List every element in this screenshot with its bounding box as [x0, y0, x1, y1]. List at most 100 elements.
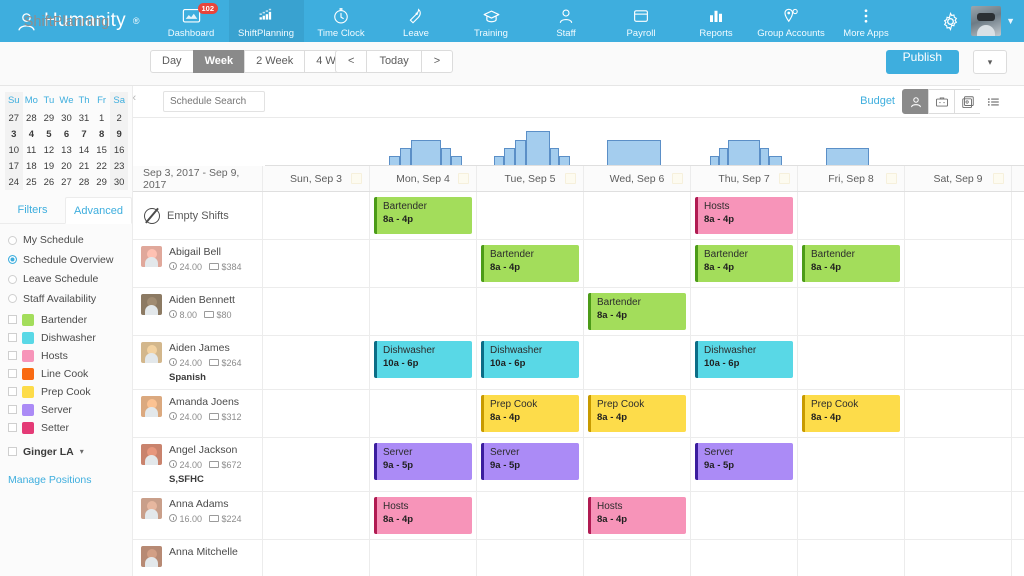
- schedule-cell[interactable]: [798, 336, 905, 389]
- schedule-cell[interactable]: [905, 240, 1012, 287]
- cal-day[interactable]: 15: [93, 142, 111, 158]
- chevron-down-icon[interactable]: ▾: [80, 447, 84, 456]
- schedule-cell[interactable]: [263, 288, 370, 335]
- employee-cell[interactable]: Abigail Bell 24.00 $384: [133, 240, 263, 287]
- shift-block[interactable]: Bartender8a - 4p: [374, 197, 472, 234]
- cal-day[interactable]: 16: [110, 142, 128, 158]
- schedule-cell[interactable]: [798, 540, 905, 576]
- cal-day[interactable]: 6: [58, 126, 76, 142]
- schedule-cell[interactable]: Bartender8a - 4p: [798, 240, 905, 287]
- copy-day-icon[interactable]: [779, 173, 790, 184]
- schedule-cell[interactable]: [263, 438, 370, 491]
- shift-block[interactable]: Prep Cook8a - 4p: [802, 395, 900, 432]
- schedule-cell[interactable]: [798, 438, 905, 491]
- schedule-cell[interactable]: Bartender8a - 4p: [584, 288, 691, 335]
- schedule-cell[interactable]: [263, 390, 370, 437]
- schedule-cell[interactable]: [691, 288, 798, 335]
- user-avatar[interactable]: [971, 6, 1001, 36]
- legend-item-server[interactable]: Server: [8, 404, 132, 416]
- schedule-cell[interactable]: Dishwasher10a - 6p: [691, 336, 798, 389]
- schedule-cell[interactable]: [477, 540, 584, 576]
- schedule-cell[interactable]: [370, 288, 477, 335]
- schedule-cell[interactable]: [798, 492, 905, 539]
- schedule-cell[interactable]: Bartender8a - 4p: [691, 240, 798, 287]
- shift-block[interactable]: Prep Cook8a - 4p: [481, 395, 579, 432]
- shift-block[interactable]: Dishwasher10a - 6p: [695, 341, 793, 378]
- option-schedule-overview[interactable]: Schedule Overview: [8, 254, 132, 266]
- schedule-cell[interactable]: [691, 492, 798, 539]
- list-view-icon[interactable]: [980, 89, 1007, 114]
- shift-block[interactable]: Bartender8a - 4p: [588, 293, 686, 330]
- day-header-fri[interactable]: Fri, Sep 8: [798, 166, 905, 191]
- cal-day[interactable]: 29: [40, 110, 58, 126]
- employee-cell[interactable]: Angel Jackson 24.00 $672S,SFHC: [133, 438, 263, 491]
- nav-group-accounts[interactable]: Group Accounts: [754, 0, 829, 42]
- copy-day-icon[interactable]: [886, 173, 897, 184]
- schedule-cell[interactable]: [370, 390, 477, 437]
- schedule-cell[interactable]: Server9a - 5p: [370, 438, 477, 491]
- cal-day[interactable]: 3: [5, 126, 23, 142]
- schedule-cell[interactable]: [370, 540, 477, 576]
- shift-block[interactable]: Server9a - 5p: [374, 443, 472, 480]
- schedule-cell[interactable]: Prep Cook8a - 4p: [584, 390, 691, 437]
- legend-item-line-cook[interactable]: Line Cook: [8, 368, 132, 380]
- nav-leave[interactable]: Leave: [379, 0, 454, 42]
- schedule-cell[interactable]: [905, 336, 1012, 389]
- schedule-cell[interactable]: [691, 540, 798, 576]
- cal-day[interactable]: 4: [23, 126, 41, 142]
- schedule-cell[interactable]: Hosts8a - 4p: [370, 492, 477, 539]
- cal-day[interactable]: 27: [5, 110, 23, 126]
- employee-cell[interactable]: Aiden Bennett 8.00 $80: [133, 288, 263, 335]
- cal-day[interactable]: 23: [110, 158, 128, 174]
- day-header-sun[interactable]: Sun, Sep 3: [263, 166, 370, 191]
- schedule-cell[interactable]: [798, 288, 905, 335]
- schedule-cell[interactable]: [905, 288, 1012, 335]
- employee-cell[interactable]: Aiden James 24.00 $264Spanish: [133, 336, 263, 389]
- schedule-cell[interactable]: [370, 240, 477, 287]
- schedule-cell[interactable]: Prep Cook8a - 4p: [477, 390, 584, 437]
- shift-block[interactable]: Server9a - 5p: [695, 443, 793, 480]
- schedule-cell[interactable]: Bartender8a - 4p: [477, 240, 584, 287]
- cal-day[interactable]: 30: [110, 174, 128, 190]
- copy-day-icon[interactable]: [565, 173, 576, 184]
- copy-day-icon[interactable]: [458, 173, 469, 184]
- employee-cell[interactable]: Amanda Joens 24.00 $312: [133, 390, 263, 437]
- legend-item-bartender[interactable]: Bartender: [8, 314, 132, 326]
- cal-day[interactable]: 1: [93, 110, 111, 126]
- shift-block[interactable]: Hosts8a - 4p: [588, 497, 686, 534]
- schedule-cell[interactable]: Dishwasher10a - 6p: [477, 336, 584, 389]
- cal-day[interactable]: 13: [58, 142, 76, 158]
- cal-day[interactable]: 27: [58, 174, 76, 190]
- day-header-tue[interactable]: Tue, Sep 5: [477, 166, 584, 191]
- schedule-cell[interactable]: Server9a - 5p: [477, 438, 584, 491]
- schedule-cell[interactable]: [263, 540, 370, 576]
- cal-day[interactable]: 11: [23, 142, 41, 158]
- legend-item-prep-cook[interactable]: Prep Cook: [8, 386, 132, 398]
- schedule-cell[interactable]: Prep Cook8a - 4p: [798, 390, 905, 437]
- nav-reports[interactable]: Reports: [679, 0, 754, 42]
- user-menu-caret-icon[interactable]: ▼: [1001, 0, 1024, 42]
- nav-dashboard[interactable]: 102 Dashboard: [154, 0, 229, 42]
- shift-block[interactable]: Server9a - 5p: [481, 443, 579, 480]
- cal-day[interactable]: 22: [93, 158, 111, 174]
- legend-item-setter[interactable]: Setter: [8, 422, 132, 434]
- schedule-cell[interactable]: [905, 492, 1012, 539]
- cal-day[interactable]: 9: [110, 126, 128, 142]
- stack-view-icon[interactable]: [954, 89, 981, 114]
- cal-day[interactable]: 28: [23, 110, 41, 126]
- cal-day[interactable]: 18: [23, 158, 41, 174]
- nav-shiftplanning[interactable]: ShiftPlanning: [229, 0, 304, 42]
- day-header-wed[interactable]: Wed, Sep 6: [584, 166, 691, 191]
- copy-day-icon[interactable]: [672, 173, 683, 184]
- next-period-button[interactable]: >: [421, 50, 453, 73]
- range-day-button[interactable]: Day: [150, 50, 194, 73]
- nav-payroll[interactable]: Payroll: [604, 0, 679, 42]
- tab-filters[interactable]: Filters: [0, 197, 65, 223]
- cal-day[interactable]: 2: [110, 110, 128, 126]
- schedule-cell[interactable]: [691, 390, 798, 437]
- budget-link[interactable]: Budget: [860, 95, 895, 107]
- schedule-cell[interactable]: Bartender8a - 4p: [370, 192, 477, 239]
- cal-day[interactable]: 24: [5, 174, 23, 190]
- briefcase-view-icon[interactable]: [928, 89, 955, 114]
- schedule-cell[interactable]: Dishwasher10a - 6p: [370, 336, 477, 389]
